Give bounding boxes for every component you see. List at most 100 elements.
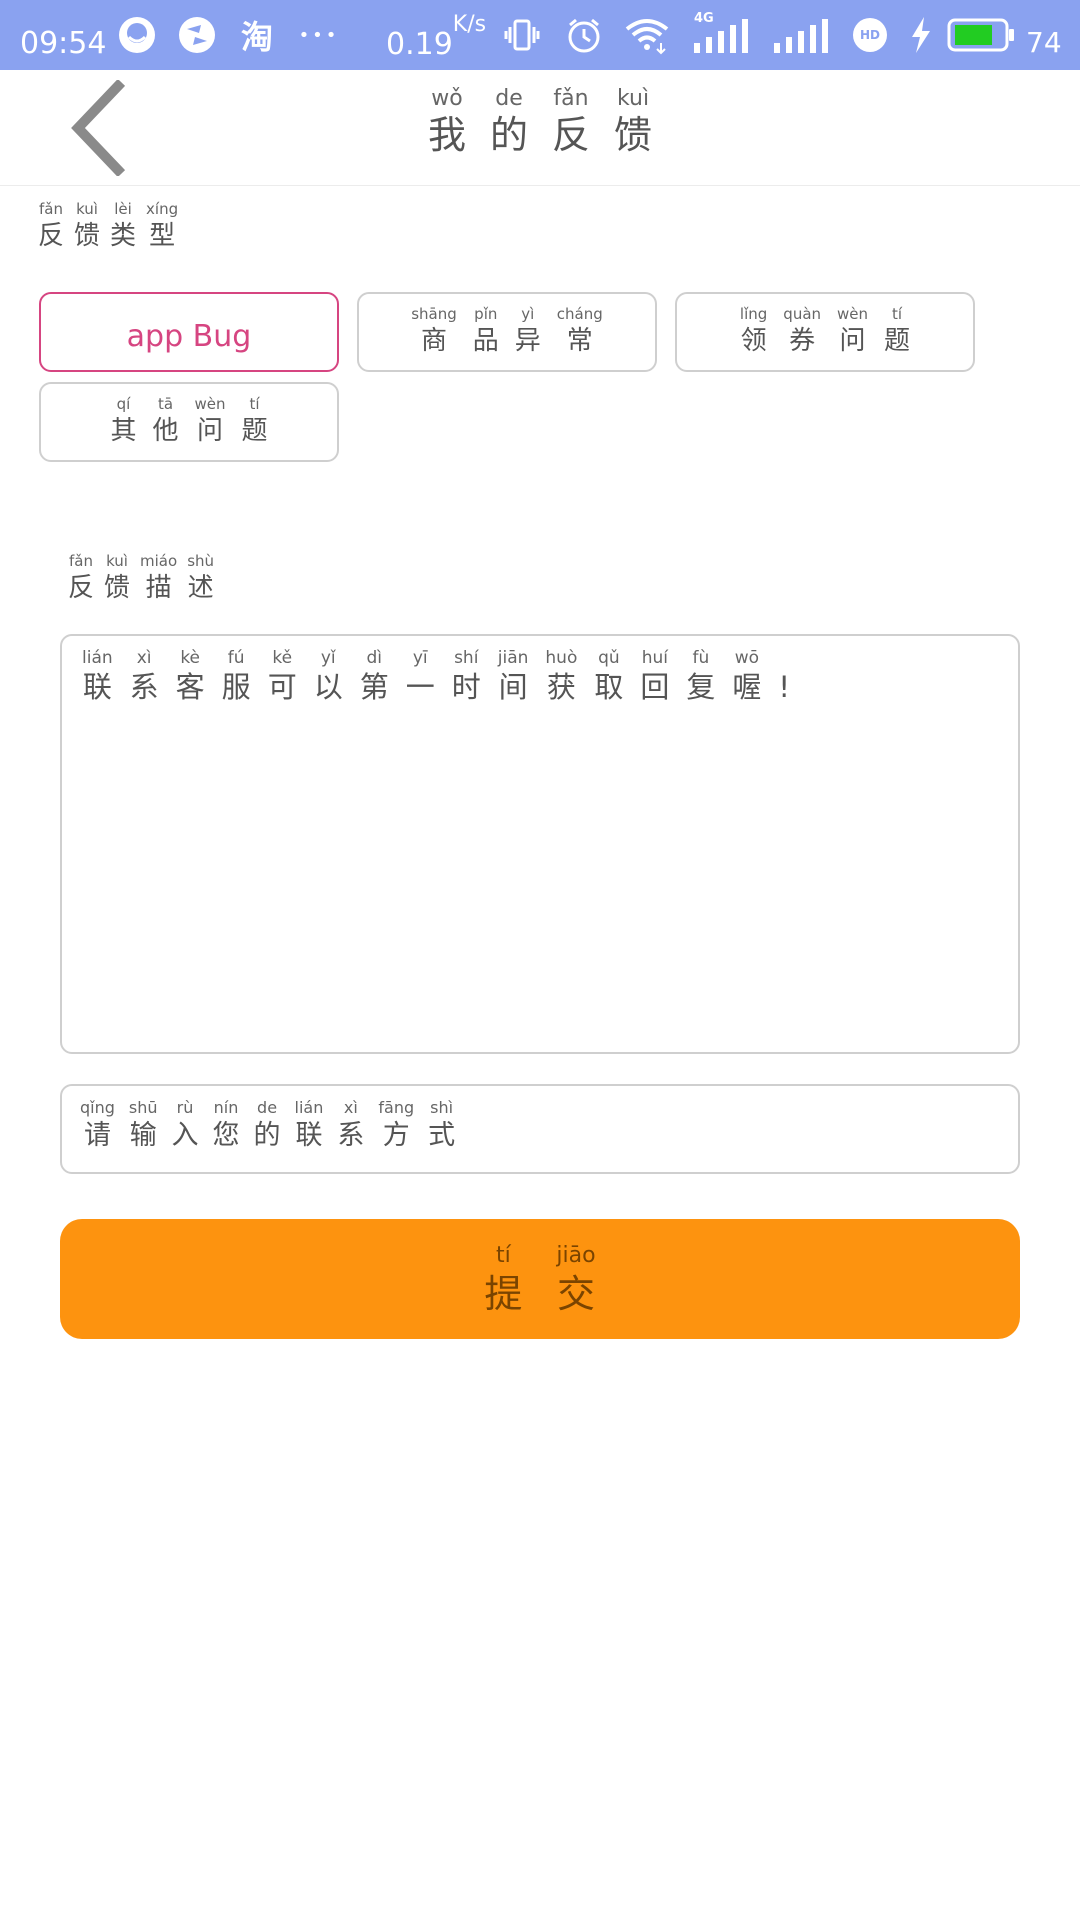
pinyin: xì [343,1098,358,1117]
hanzi: 请 [83,1120,111,1151]
pinyin: tí [892,305,903,323]
hanzi: 他 [152,416,179,446]
hanzi: 馈 [614,113,653,157]
pinyin: wèn [837,305,869,323]
page-title: wǒ 我 de 的 fǎn 反 kuì 馈 [0,86,1080,157]
pinyin: yì [521,305,535,323]
submit-button[interactable]: tí 提 jiāo 交 [60,1219,1020,1339]
hanzi: 入 [171,1120,199,1151]
hanzi: 客 [175,670,205,704]
ruby-char: tā 他 [152,395,179,446]
pinyin: jiāo [556,1243,596,1268]
ruby-char: lǐng 领 [740,307,767,356]
pinyin: lián [294,1098,324,1117]
type-option-product-exception[interactable]: shāng 商 pǐn 品 yì 异 cháng 常 [357,292,657,372]
hanzi: 题 [241,416,268,446]
pinyin: tí [249,395,260,413]
hanzi: 系 [337,1120,365,1151]
hd-icon: HD [848,12,892,58]
ruby-char: jiān 间 [498,650,529,702]
hanzi: 反 [68,573,95,603]
hanzi: 可 [267,670,297,704]
network-speed: 0.19K/s [386,12,486,62]
title-bar: wǒ 我 de 的 fǎn 反 kuì 馈 [0,70,1080,186]
pinyin: kě [272,648,293,668]
hanzi: 联 [82,670,112,704]
feedback-description-placeholder: lián 联 xì 系 kè 客 fú 服 kě 可 yǐ 以 dì 第 yī 一 shí 时 jiān 间 huò 获 q… [82,650,998,702]
ruby-char: fù 复 [686,650,715,702]
ruby-char: rù 入 [171,1100,199,1151]
feedback-description-input[interactable]: lián 联 xì 系 kè 客 fú 服 kě 可 yǐ 以 dì 第 yī 一 shí 时 jiān 间 huò 获 q… [60,634,1020,1054]
hanzi: 领 [740,326,767,356]
hanzi: 商 [420,326,447,356]
signal-icon [772,12,828,58]
ruby-char: shù 述 [187,554,214,602]
message-app-icon [114,12,160,58]
hanzi: 喔 [732,670,762,704]
contact-input[interactable]: qǐng 请 shū 输 rù 入 nín 您 de 的 lián 联 xì 系 fāng 方 shì 式 [60,1084,1020,1174]
pinyin: yǐ [320,648,336,668]
hanzi: 问 [839,326,866,356]
ruby-char: xì 系 [130,650,159,702]
charging-icon [906,12,936,58]
pinyin: fǎn [39,200,63,218]
hanzi: 方 [382,1120,410,1151]
pinyin: fú [227,648,245,668]
ruby-char: kuì 馈 [104,554,130,602]
pinyin: fǎn [69,552,93,570]
hd-label: HD [859,28,880,42]
ruby-char: cháng 常 [557,307,603,355]
ruby-char: wèn 问 [837,305,869,356]
ruby-char: quàn 券 [783,305,822,356]
pinyin: de [495,86,523,111]
ruby-char: qí 其 [110,397,136,445]
ruby-char: pǐn 品 [472,307,499,356]
ruby-char: kě 可 [268,650,297,702]
hanzi: 一 [405,670,435,704]
alarm-icon [562,12,606,58]
contact-placeholder: qǐng 请 shū 输 rù 入 nín 您 de 的 lián 联 xì 系 fāng 方 shì 式 [80,1098,1000,1151]
ruby-char: de 的 [490,86,528,155]
ruby-char: fǎn 反 [68,552,95,603]
ruby-char: fú 服 [222,650,251,702]
hanzi: 类 [110,221,137,251]
hanzi: 券 [789,326,816,356]
type-option-coupon-issue[interactable]: lǐng 领 quàn 券 wèn 问 tí 题 [675,292,975,372]
pinyin: lián [82,648,113,668]
ruby-char: kè 客 [176,650,205,702]
pinyin: xíng [146,200,179,218]
ruby-char: de 的 [253,1098,281,1151]
hanzi: 交 [557,1272,596,1316]
hanzi: 系 [129,670,159,704]
pinyin: wō [734,648,760,668]
hanzi: 您 [212,1120,240,1151]
ruby-char: lián 联 [82,650,113,702]
hanzi: 提 [484,1272,523,1316]
pinyin: xì [136,648,152,668]
hanzi: 的 [253,1120,281,1151]
hanzi: 获 [546,670,576,704]
pinyin: shì [430,1098,454,1117]
pinyin: huí [641,648,669,668]
pinyin: de [257,1098,278,1117]
ruby-char: shì 式 [428,1098,455,1150]
hanzi: 题 [884,326,911,356]
pinyin: tí [496,1243,511,1268]
pinyin: dì [366,648,382,668]
pinyin: tā [157,395,174,413]
hanzi: 反 [552,113,591,157]
hanzi: 反 [38,221,65,251]
ruby-char: tí 题 [884,305,911,356]
type-option-app-bug[interactable]: app Bug [39,292,339,372]
type-option-label: app Bug [126,319,252,354]
hanzi: 品 [472,326,499,356]
pinyin: kuì [616,86,650,111]
pinyin: shí [454,648,479,668]
ruby-char: tí 提 [484,1243,523,1316]
ruby-char: ! [778,650,790,702]
battery-level: 74 [1026,26,1062,59]
hanzi: 联 [295,1120,323,1151]
pinyin: quàn [783,305,822,323]
type-option-other-issue[interactable]: qí 其 tā 他 wèn 问 tí 题 [39,382,339,462]
ruby-char: miáo 描 [140,554,177,602]
